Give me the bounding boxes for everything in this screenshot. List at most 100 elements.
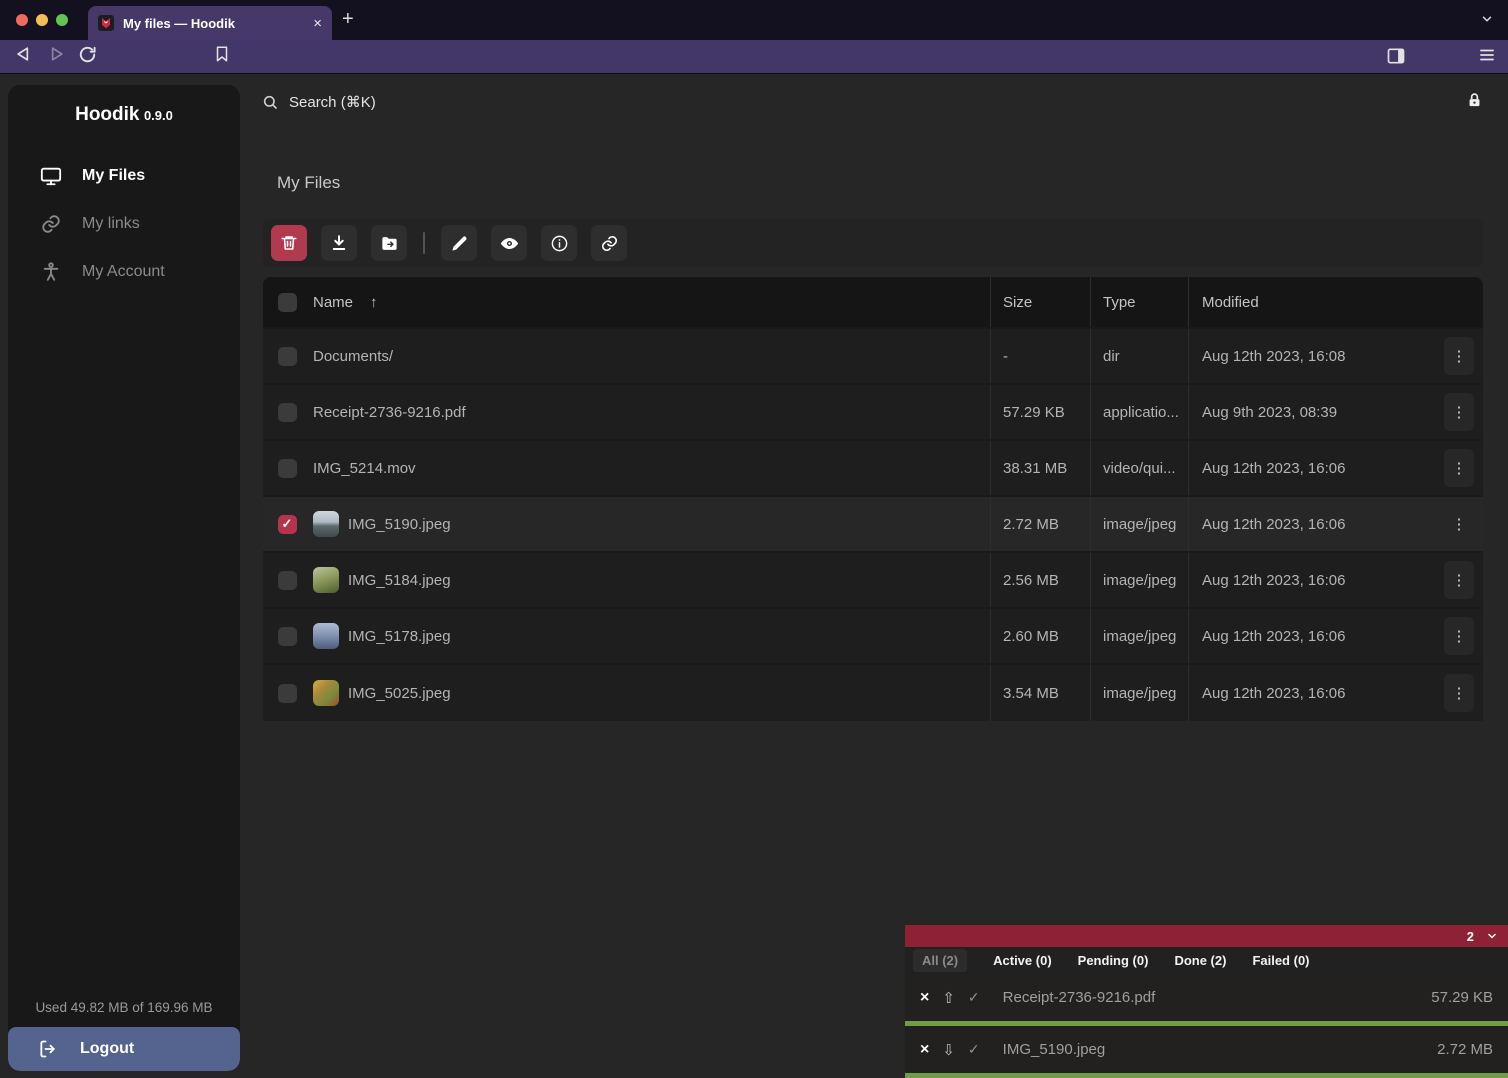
sidebar-toggle-icon[interactable] — [1386, 46, 1406, 66]
search-icon — [262, 94, 278, 110]
window-minimize-button[interactable] — [36, 14, 48, 26]
file-type: video/qui... — [1090, 441, 1188, 495]
row-actions-button[interactable]: ⋮ — [1444, 674, 1474, 712]
row-actions-button[interactable]: ⋮ — [1444, 449, 1474, 487]
kebab-icon: ⋮ — [1452, 572, 1467, 589]
file-name[interactable]: Documents/ — [313, 348, 393, 365]
file-name[interactable]: IMG_5190.jpeg — [348, 516, 451, 533]
row-checkbox[interactable] — [278, 684, 297, 703]
transfers-header[interactable]: 2 — [905, 925, 1508, 947]
done-check-icon: ✓ — [968, 989, 980, 1006]
download-icon: ⇩ — [942, 1041, 955, 1059]
tab-done[interactable]: Done (2) — [1174, 953, 1226, 968]
move-to-folder-button[interactable] — [371, 225, 407, 261]
search-bar[interactable]: Search (⌘K) — [262, 93, 376, 111]
file-size: 2.56 MB — [990, 553, 1090, 607]
browser-tab[interactable]: My files — Hoodik × — [88, 6, 332, 40]
row-actions-button[interactable]: ⋮ — [1444, 561, 1474, 599]
table-row[interactable]: IMG_5214.mov 38.31 MB video/qui... Aug 1… — [263, 441, 1483, 497]
row-actions-button[interactable]: ⋮ — [1444, 393, 1474, 431]
monitor-icon — [40, 165, 62, 187]
file-size: 3.54 MB — [990, 665, 1090, 721]
details-button[interactable] — [541, 225, 577, 261]
sidebar-nav: My Files My links My Account — [8, 152, 240, 296]
table-row[interactable]: IMG_5178.jpeg 2.60 MB image/jpeg Aug 12t… — [263, 609, 1483, 665]
file-name[interactable]: Receipt-2736-9216.pdf — [313, 404, 466, 421]
sidebar-item-my-links[interactable]: My links — [8, 200, 240, 248]
check-icon: ✓ — [282, 516, 293, 532]
row-checkbox[interactable] — [278, 347, 297, 366]
cancel-transfer-icon[interactable]: × — [920, 1041, 929, 1059]
new-tab-button[interactable]: + — [342, 8, 354, 31]
sort-ascending-icon: ↑ — [370, 294, 378, 311]
kebab-icon: ⋮ — [1452, 404, 1467, 421]
app-brand: Hoodik 0.9.0 — [8, 104, 240, 126]
file-modified: Aug 12th 2023, 16:06 — [1202, 516, 1345, 533]
table-row[interactable]: IMG_5184.jpeg 2.56 MB image/jpeg Aug 12t… — [263, 553, 1483, 609]
file-name[interactable]: IMG_5025.jpeg — [348, 685, 451, 702]
row-checkbox[interactable] — [278, 403, 297, 422]
search-label: Search (⌘K) — [289, 93, 376, 111]
lock-icon — [1466, 92, 1483, 109]
browser-window: My files — Hoodik × + app.hoodik.io — [0, 0, 1508, 1078]
table-header: Name ↑ Size Type Modified — [263, 277, 1483, 329]
delete-button[interactable] — [271, 225, 307, 261]
table-row-selected[interactable]: ✓ IMG_5190.jpeg 2.72 MB image/jpeg Aug 1… — [263, 497, 1483, 553]
sidebar-item-my-account[interactable]: My Account — [8, 248, 240, 296]
page-title: My Files — [277, 173, 340, 193]
window-zoom-button[interactable] — [56, 14, 68, 26]
menu-hamburger-icon[interactable] — [1478, 46, 1496, 64]
collapse-chevron-icon[interactable] — [1486, 930, 1498, 942]
column-name[interactable]: Name ↑ — [311, 277, 990, 327]
table-row[interactable]: Documents/ - dir Aug 12th 2023, 16:08 ⋮ — [263, 329, 1483, 385]
brand-name: Hoodik — [75, 104, 139, 125]
column-type[interactable]: Type — [1090, 277, 1188, 327]
sidebar-item-my-files[interactable]: My Files — [8, 152, 240, 200]
tab-active[interactable]: Active (0) — [993, 953, 1052, 968]
row-actions-button[interactable]: ⋮ — [1444, 505, 1474, 543]
hoodik-favicon-icon — [98, 15, 114, 31]
row-actions-button[interactable]: ⋮ — [1444, 617, 1474, 655]
row-checkbox[interactable] — [278, 571, 297, 590]
transfer-file-name: IMG_5190.jpeg — [1003, 1041, 1424, 1058]
browser-toolbar: app.hoodik.io — [0, 40, 1508, 74]
row-checkbox[interactable] — [278, 627, 297, 646]
file-name[interactable]: IMG_5178.jpeg — [348, 628, 451, 645]
row-checkbox-checked[interactable]: ✓ — [278, 515, 297, 534]
rename-button[interactable] — [441, 225, 477, 261]
tab-failed[interactable]: Failed (0) — [1252, 953, 1309, 968]
column-size[interactable]: Size — [990, 277, 1090, 327]
tab-close-icon[interactable]: × — [313, 15, 322, 32]
done-check-icon: ✓ — [968, 1041, 980, 1058]
logout-button[interactable]: Logout — [8, 1027, 240, 1071]
row-checkbox[interactable] — [278, 459, 297, 478]
table-row[interactable]: Receipt-2736-9216.pdf 57.29 KB applicati… — [263, 385, 1483, 441]
tab-all[interactable]: All (2) — [913, 949, 967, 972]
cancel-transfer-icon[interactable]: × — [920, 989, 929, 1007]
row-actions-button[interactable]: ⋮ — [1444, 337, 1474, 375]
tab-pending[interactable]: Pending (0) — [1078, 953, 1149, 968]
transfers-panel: 2 All (2) Active (0) Pending (0) Done (2… — [905, 925, 1508, 1078]
bookmark-icon[interactable] — [213, 45, 231, 63]
list-tabs-chevron-icon[interactable] — [1480, 12, 1494, 26]
window-close-button[interactable] — [16, 14, 28, 26]
forward-icon[interactable] — [46, 44, 66, 64]
file-size: - — [990, 329, 1090, 383]
reload-icon[interactable] — [78, 45, 97, 64]
file-type: image/jpeg — [1090, 609, 1188, 663]
table-row[interactable]: IMG_5025.jpeg 3.54 MB image/jpeg Aug 12t… — [263, 665, 1483, 721]
file-modified: Aug 12th 2023, 16:06 — [1202, 685, 1345, 702]
share-link-button[interactable] — [591, 225, 627, 261]
transfer-item: × ⇩ ✓ IMG_5190.jpeg 2.72 MB — [905, 1026, 1508, 1078]
column-modified[interactable]: Modified — [1188, 277, 1483, 327]
preview-button[interactable] — [491, 225, 527, 261]
tab-title: My files — Hoodik — [123, 16, 304, 31]
download-button[interactable] — [321, 225, 357, 261]
select-all-checkbox[interactable] — [278, 293, 297, 312]
file-name[interactable]: IMG_5214.mov — [313, 460, 416, 477]
toolbar-divider — [423, 232, 425, 254]
file-name[interactable]: IMG_5184.jpeg — [348, 572, 451, 589]
back-icon[interactable] — [14, 44, 34, 64]
transfer-file-name: Receipt-2736-9216.pdf — [1003, 989, 1419, 1006]
trash-icon — [280, 234, 298, 252]
